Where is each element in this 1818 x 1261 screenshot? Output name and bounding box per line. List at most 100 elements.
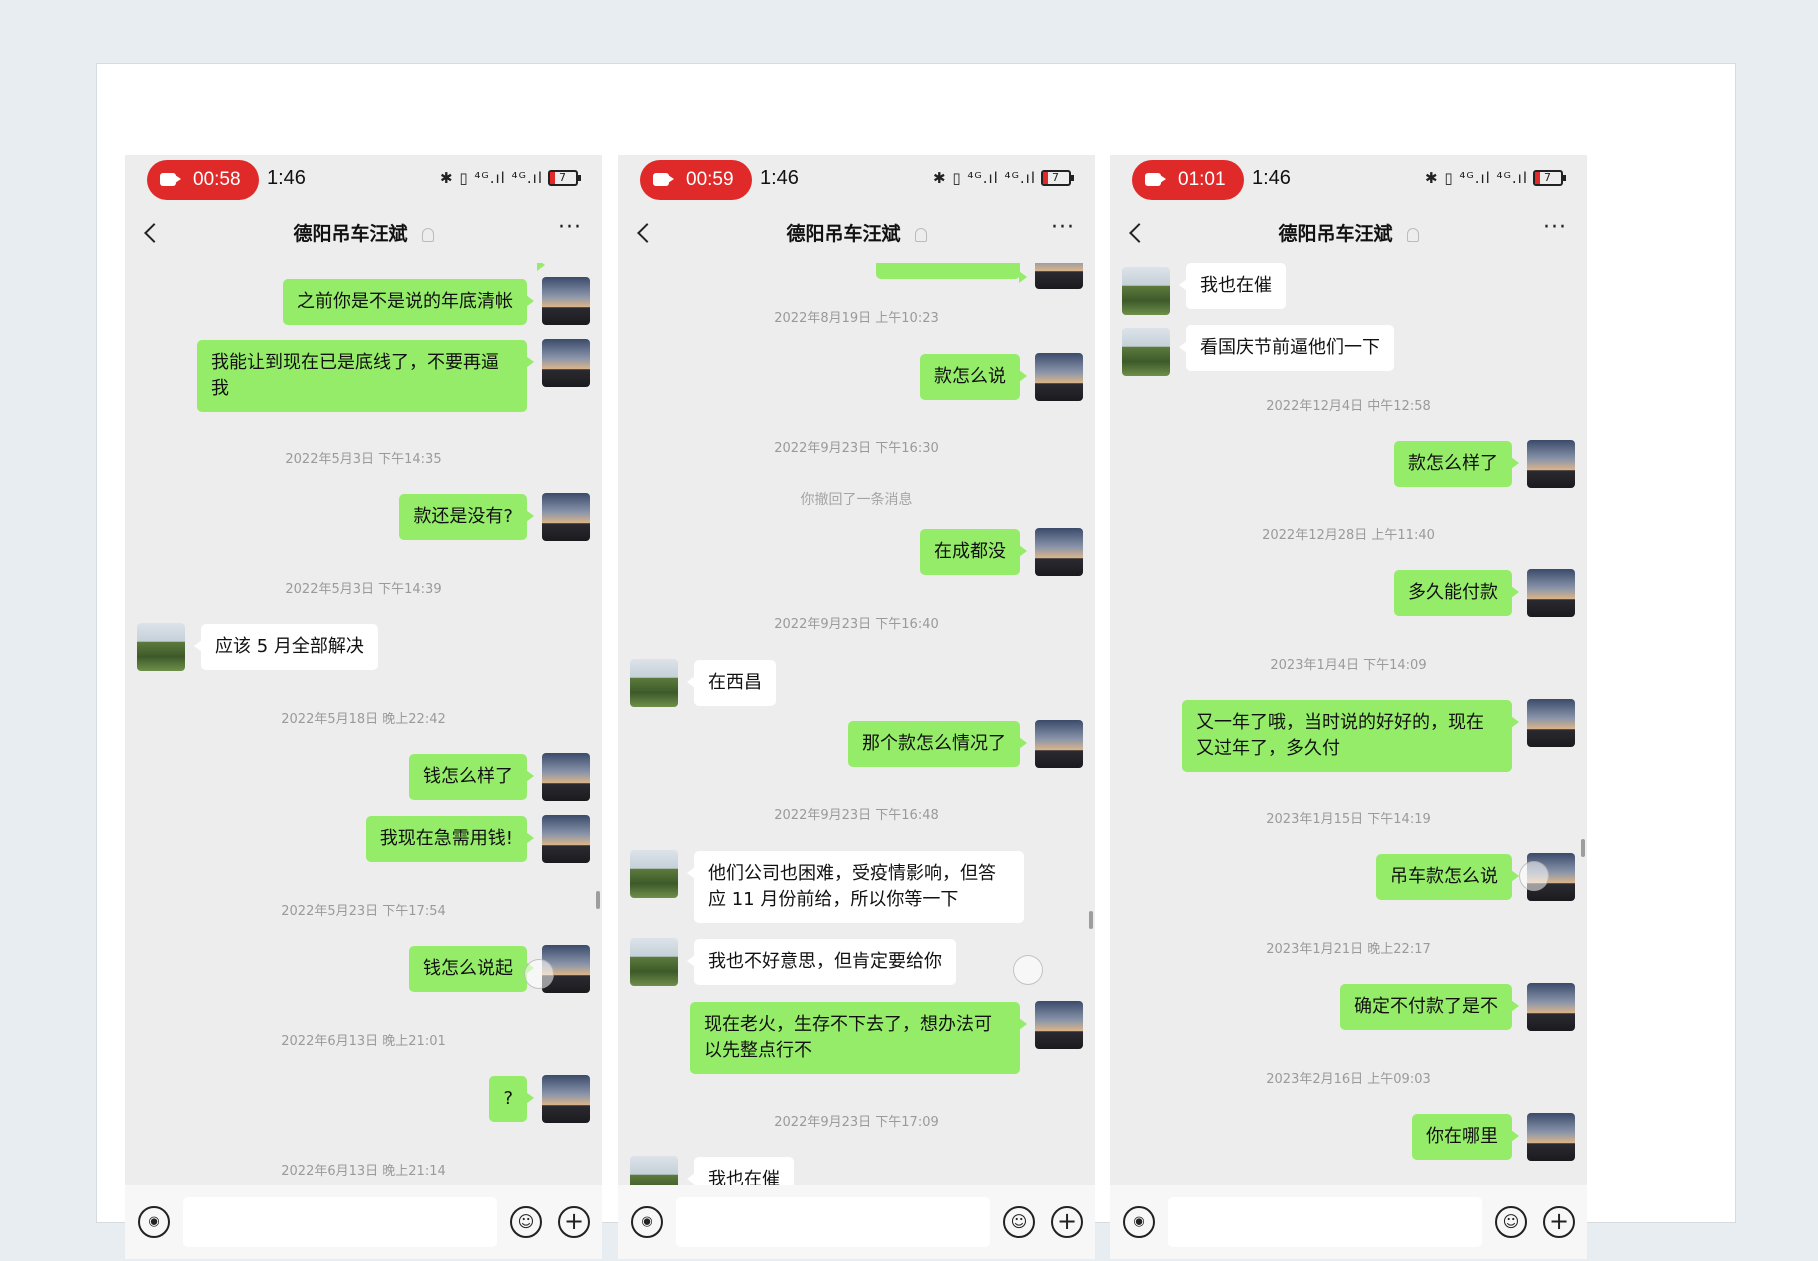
avatar[interactable] — [1035, 528, 1083, 576]
chat-title: 德阳吊车汪斌 — [618, 219, 1095, 246]
avatar[interactable] — [542, 277, 590, 325]
more-icon[interactable]: ··· — [558, 215, 582, 240]
voice-icon[interactable]: ◉ — [138, 1206, 170, 1238]
timestamp: 2022年12月4日 中午12:58 — [1266, 399, 1431, 414]
chat-header: 德阳吊车汪斌 ··· — [1110, 201, 1587, 263]
record-time: 01:01 — [1178, 169, 1226, 190]
chat-title: 德阳吊车汪斌 — [1110, 219, 1587, 246]
avatar[interactable] — [1035, 720, 1083, 768]
plus-icon[interactable]: + — [558, 1206, 590, 1238]
avatar[interactable] — [542, 815, 590, 863]
message-bubble[interactable]: 多久能付款 — [1394, 570, 1519, 616]
emoji-icon[interactable]: ☺ — [1003, 1206, 1035, 1238]
message-bubble[interactable]: 确定不付款了是不 — [1340, 984, 1519, 1030]
input-bar: ◉ ☺ + — [1110, 1185, 1587, 1259]
timestamp: 2022年5月23日 下午17:54 — [281, 904, 446, 919]
avatar[interactable] — [630, 850, 678, 898]
message-bubble[interactable]: 又一年了哦，当时说的好好的，现在又过年了，多久付 — [1182, 700, 1519, 772]
avatar[interactable] — [1527, 983, 1575, 1031]
message-bubble[interactable] — [876, 263, 1027, 283]
avatar[interactable] — [1122, 328, 1170, 376]
timestamp: 2023年2月16日 上午09:03 — [1266, 1072, 1431, 1087]
message-bubble[interactable]: 款怎么说 — [920, 354, 1027, 400]
system-icons: ✱ ▯ ⁴ᴳ.ıl ⁴ᴳ.ıl 7 — [440, 169, 581, 187]
video-camera-icon — [160, 173, 181, 186]
clock: 1:46 — [267, 167, 306, 189]
screen-record-pill[interactable]: 00:59 — [640, 160, 752, 200]
timestamp: 2022年8月19日 上午10:23 — [774, 311, 939, 326]
more-icon[interactable]: ··· — [1543, 215, 1567, 240]
message-bubble[interactable]: 看国庆节前逼他们一下 — [1179, 325, 1394, 371]
input-bar: ◉ ☺ + — [618, 1185, 1095, 1259]
message-bubble[interactable]: 款怎么样了 — [1394, 441, 1519, 487]
avatar[interactable] — [630, 659, 678, 707]
avatar[interactable] — [542, 1075, 590, 1123]
message-bubble[interactable]: 现在老火，生存不下去了，想办法可以先整点行不 — [690, 1002, 1027, 1074]
recall-notice: 你撤回了一条消息 — [800, 492, 913, 508]
avatar[interactable] — [1527, 440, 1575, 488]
avatar[interactable] — [1035, 1001, 1083, 1049]
screen-record-pill[interactable]: 00:58 — [147, 160, 259, 200]
status-bar: 01:01 1:46 ✱ ▯ ⁴ᴳ.ıl ⁴ᴳ.ıl 7 — [1110, 155, 1587, 201]
timestamp: 2022年9月23日 下午16:40 — [774, 617, 939, 632]
message-input[interactable] — [676, 1197, 990, 1247]
message-list[interactable]: 之前你是不是说的年底清帐 我能让到现在已是底线了，不要再逼我 2022年5月3日… — [125, 263, 602, 1185]
message-bubble[interactable]: 在西昌 — [687, 660, 776, 706]
plus-icon[interactable]: + — [1051, 1206, 1083, 1238]
message-bubble[interactable]: 钱怎么说起 — [409, 946, 534, 992]
message-bubble[interactable]: 他们公司也困难，受疫情影响，但答应 11 月份前给，所以你等一下 — [687, 851, 1024, 923]
message-bubble[interactable]: 我现在急需用钱! — [365, 816, 535, 862]
message-list[interactable]: 我也在催 看国庆节前逼他们一下 2022年12月4日 中午12:58 款怎么样了… — [1110, 263, 1587, 1185]
scrollbar[interactable] — [1581, 839, 1585, 857]
emoji-icon[interactable]: ☺ — [510, 1206, 542, 1238]
message-bubble[interactable]: 我能让到现在已是底线了，不要再逼我 — [197, 340, 534, 412]
avatar[interactable] — [1527, 1113, 1575, 1161]
message-bubble[interactable]: 吊车款怎么说 — [1376, 854, 1519, 900]
scrollbar[interactable] — [596, 891, 600, 909]
message-bubble[interactable]: 在成都没 — [920, 529, 1027, 575]
avatar[interactable] — [1035, 263, 1083, 289]
avatar[interactable] — [542, 753, 590, 801]
battery-icon: 7 — [1533, 170, 1566, 186]
message-bubble[interactable]: 我也在催 — [1179, 263, 1286, 309]
message-bubble[interactable]: 我也不好意思，但肯定要给你 — [687, 939, 956, 985]
message-input[interactable] — [1168, 1197, 1482, 1247]
message-input[interactable] — [183, 1197, 497, 1247]
screen-record-pill[interactable]: 01:01 — [1132, 160, 1244, 200]
message-bubble[interactable]: 款还是没有? — [399, 494, 534, 540]
message-bubble[interactable]: 应该 5 月全部解决 — [194, 624, 378, 670]
chat-header: 德阳吊车汪斌 ··· — [618, 201, 1095, 263]
touch-indicator — [1013, 955, 1043, 985]
avatar[interactable] — [1035, 353, 1083, 401]
avatar[interactable] — [1527, 569, 1575, 617]
message-bubble[interactable]: 我也在催 — [687, 1157, 794, 1185]
battery-icon: 7 — [548, 170, 581, 186]
avatar[interactable] — [542, 339, 590, 387]
avatar[interactable] — [1122, 267, 1170, 315]
voice-icon[interactable]: ◉ — [631, 1206, 663, 1238]
timestamp: 2022年9月23日 下午16:30 — [774, 441, 939, 456]
message-bubble[interactable]: 那个款怎么情况了 — [848, 721, 1027, 767]
message-bubble[interactable]: 之前你是不是说的年底清帐 — [283, 279, 534, 325]
avatar[interactable] — [630, 1156, 678, 1185]
record-time: 00:59 — [686, 169, 734, 190]
mute-icon — [1406, 227, 1419, 242]
avatar[interactable] — [630, 938, 678, 986]
more-icon[interactable]: ··· — [1051, 215, 1075, 240]
chat-header: 德阳吊车汪斌 ··· — [125, 201, 602, 263]
avatar[interactable] — [137, 623, 185, 671]
plus-icon[interactable]: + — [1543, 1206, 1575, 1238]
avatar[interactable] — [1527, 699, 1575, 747]
timestamp: 2022年12月28日 上午11:40 — [1262, 528, 1435, 543]
message-bubble[interactable]: 你在哪里 — [1412, 1114, 1519, 1160]
message-list[interactable]: 2022年8月19日 上午10:23 款怎么说 2022年9月23日 下午16:… — [618, 263, 1095, 1185]
message-bubble[interactable]: 钱怎么样了 — [409, 754, 534, 800]
touch-indicator — [1519, 861, 1549, 891]
avatar[interactable] — [542, 493, 590, 541]
input-bar: ◉ ☺ + — [125, 1185, 602, 1259]
emoji-icon[interactable]: ☺ — [1495, 1206, 1527, 1238]
scrollbar[interactable] — [1089, 911, 1093, 929]
signal-icon: ✱ ▯ ⁴ᴳ.ıl ⁴ᴳ.ıl — [933, 169, 1036, 187]
message-bubble[interactable]: ? — [489, 1076, 534, 1122]
voice-icon[interactable]: ◉ — [1123, 1206, 1155, 1238]
